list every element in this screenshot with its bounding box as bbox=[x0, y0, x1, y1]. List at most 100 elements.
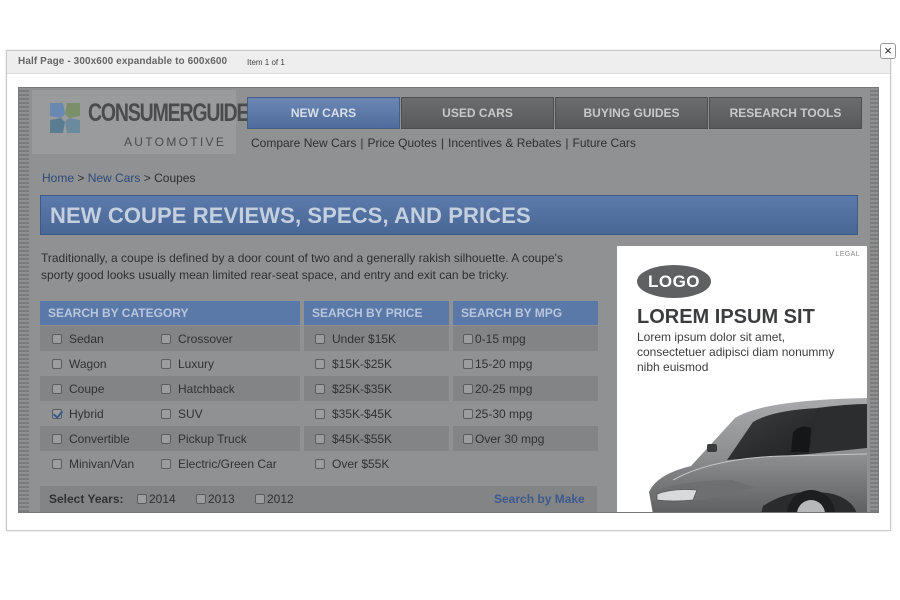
category-option-coupe[interactable]: Coupe bbox=[52, 382, 104, 396]
checkbox[interactable] bbox=[196, 494, 206, 504]
subnav-link-compare[interactable]: Compare New Cars bbox=[251, 136, 356, 150]
price-option-under-15k[interactable]: Under $15K bbox=[315, 332, 396, 346]
category-row: Hybrid SUV bbox=[40, 401, 300, 426]
category-option-suv[interactable]: SUV bbox=[161, 407, 203, 421]
price-option-15k-25k[interactable]: $15K-$25K bbox=[315, 357, 392, 371]
mpg-row: 20-25 mpg bbox=[453, 376, 598, 401]
breadcrumb-home[interactable]: Home bbox=[42, 171, 74, 185]
checkbox[interactable] bbox=[52, 359, 62, 369]
category-option-electric[interactable]: Electric/Green Car bbox=[161, 457, 277, 471]
checkbox[interactable] bbox=[315, 384, 325, 394]
breadcrumb-new-cars[interactable]: New Cars bbox=[88, 171, 141, 185]
mpg-option-20-25[interactable]: 20-25 mpg bbox=[463, 382, 532, 396]
checkbox[interactable] bbox=[463, 359, 473, 369]
year-option-2014[interactable]: 2014 bbox=[137, 492, 176, 506]
modal-header: Half Page - 300x600 expandable to 600x60… bbox=[7, 51, 890, 74]
item-counter: Item 1 of 1 bbox=[247, 58, 285, 67]
category-option-hatchback[interactable]: Hatchback bbox=[161, 382, 235, 396]
category-option-sedan[interactable]: Sedan bbox=[52, 332, 104, 346]
price-option-35k-45k[interactable]: $35K-$45K bbox=[315, 407, 392, 421]
price-row: Under $15K bbox=[304, 326, 449, 351]
price-row: $35K-$45K bbox=[304, 401, 449, 426]
checkbox[interactable] bbox=[161, 434, 171, 444]
logo-mark-icon bbox=[50, 103, 80, 133]
checkbox[interactable] bbox=[463, 434, 473, 444]
mpg-option-15-20[interactable]: 15-20 mpg bbox=[463, 357, 532, 371]
modal-title: Half Page - 300x600 expandable to 600x60… bbox=[18, 56, 228, 67]
half-page-ad[interactable]: LEGAL LOGO LOREM IPSUM SIT Lorem ipsum d… bbox=[617, 246, 867, 512]
main-nav: NEW CARS USED CARS BUYING GUIDES RESEARC… bbox=[247, 97, 863, 129]
close-button[interactable]: × bbox=[880, 43, 896, 59]
checkbox[interactable] bbox=[52, 384, 62, 394]
category-row: Minivan/Van Electric/Green Car bbox=[40, 451, 300, 476]
checkbox[interactable] bbox=[161, 384, 171, 394]
category-option-hybrid[interactable]: Hybrid bbox=[52, 407, 104, 421]
category-row: Convertible Pickup Truck bbox=[40, 426, 300, 451]
breadcrumb: Home > New Cars > Coupes bbox=[42, 171, 195, 185]
ad-body-text: Lorem ipsum dolor sit amet, consectetuer… bbox=[637, 330, 835, 374]
checkbox[interactable] bbox=[52, 459, 62, 469]
price-row: Over $55K bbox=[304, 451, 449, 476]
subnav-link-incentives[interactable]: Incentives & Rebates bbox=[448, 136, 561, 150]
site-logo[interactable]: CONSUMERGUIDE® AUTOMOTIVE bbox=[32, 90, 254, 154]
price-row: $15K-$25K bbox=[304, 351, 449, 376]
breadcrumb-separator: > bbox=[143, 171, 151, 185]
nav-tab-buying-guides[interactable]: BUYING GUIDES bbox=[555, 97, 708, 129]
subnav-separator: | bbox=[565, 136, 569, 150]
search-by-make-link[interactable]: Search by Make bbox=[494, 492, 585, 506]
checkbox[interactable] bbox=[463, 409, 473, 419]
mpg-option-0-15[interactable]: 0-15 mpg bbox=[463, 332, 526, 346]
checkbox[interactable] bbox=[137, 494, 147, 504]
select-years-bar: Select Years: 2014 2013 2012 Search by M… bbox=[40, 486, 597, 512]
price-option-over-55k[interactable]: Over $55K bbox=[315, 457, 389, 471]
checkbox[interactable] bbox=[463, 384, 473, 394]
category-option-luxury[interactable]: Luxury bbox=[161, 357, 214, 371]
checkbox[interactable] bbox=[161, 334, 171, 344]
category-option-crossover[interactable]: Crossover bbox=[161, 332, 233, 346]
checkbox[interactable] bbox=[315, 359, 325, 369]
mpg-option-25-30[interactable]: 25-30 mpg bbox=[463, 407, 532, 421]
checkbox-checked[interactable] bbox=[52, 409, 62, 419]
checkbox[interactable] bbox=[52, 334, 62, 344]
breadcrumb-current: Coupes bbox=[154, 171, 196, 185]
category-option-pickup-truck[interactable]: Pickup Truck bbox=[161, 432, 247, 446]
category-option-convertible[interactable]: Convertible bbox=[52, 432, 130, 446]
logo-wordmark: CONSUMERGUIDE® bbox=[88, 99, 254, 127]
checkbox[interactable] bbox=[315, 334, 325, 344]
price-row: $25K-$35K bbox=[304, 376, 449, 401]
price-option-25k-35k[interactable]: $25K-$35K bbox=[315, 382, 392, 396]
checkbox[interactable] bbox=[255, 494, 265, 504]
checkbox[interactable] bbox=[315, 459, 325, 469]
checkbox[interactable] bbox=[52, 434, 62, 444]
subnav-link-future-cars[interactable]: Future Cars bbox=[573, 136, 636, 150]
checkbox[interactable] bbox=[315, 434, 325, 444]
price-option-45k-55k[interactable]: $45K-$55K bbox=[315, 432, 392, 446]
subnav-link-price-quotes[interactable]: Price Quotes bbox=[368, 136, 437, 150]
mpg-option-over-30[interactable]: Over 30 mpg bbox=[463, 432, 544, 446]
ad-legal-link[interactable]: LEGAL bbox=[835, 251, 860, 258]
select-years-label: Select Years: bbox=[49, 492, 124, 506]
ad-logo: LOGO bbox=[637, 265, 711, 298]
breadcrumb-separator: > bbox=[77, 171, 85, 185]
checkbox[interactable] bbox=[161, 459, 171, 469]
category-row: Sedan Crossover bbox=[40, 326, 300, 351]
subnav-separator: | bbox=[440, 136, 444, 150]
category-option-minivan[interactable]: Minivan/Van bbox=[52, 457, 134, 471]
year-option-2012[interactable]: 2012 bbox=[255, 492, 294, 506]
price-header: SEARCH BY PRICE bbox=[304, 301, 449, 325]
checkbox[interactable] bbox=[315, 409, 325, 419]
checkbox[interactable] bbox=[463, 334, 473, 344]
nav-tab-used-cars[interactable]: USED CARS bbox=[401, 97, 554, 129]
nav-tab-new-cars[interactable]: NEW CARS bbox=[247, 97, 400, 129]
category-option-wagon[interactable]: Wagon bbox=[52, 357, 107, 371]
checkbox[interactable] bbox=[161, 409, 171, 419]
category-header: SEARCH BY CATEGORY bbox=[40, 301, 300, 325]
checkbox[interactable] bbox=[161, 359, 171, 369]
mpg-row: 15-20 mpg bbox=[453, 351, 598, 376]
year-option-2013[interactable]: 2013 bbox=[196, 492, 235, 506]
nav-tab-research-tools[interactable]: RESEARCH TOOLS bbox=[709, 97, 862, 129]
intro-paragraph: Traditionally, a coupe is defined by a d… bbox=[41, 251, 563, 282]
page-title-bar: NEW COUPE REVIEWS, SPECS, AND PRICES bbox=[40, 195, 858, 235]
price-row: $45K-$55K bbox=[304, 426, 449, 451]
site-page: CONSUMERGUIDE® AUTOMOTIVE NEW CARS USED … bbox=[29, 88, 870, 512]
